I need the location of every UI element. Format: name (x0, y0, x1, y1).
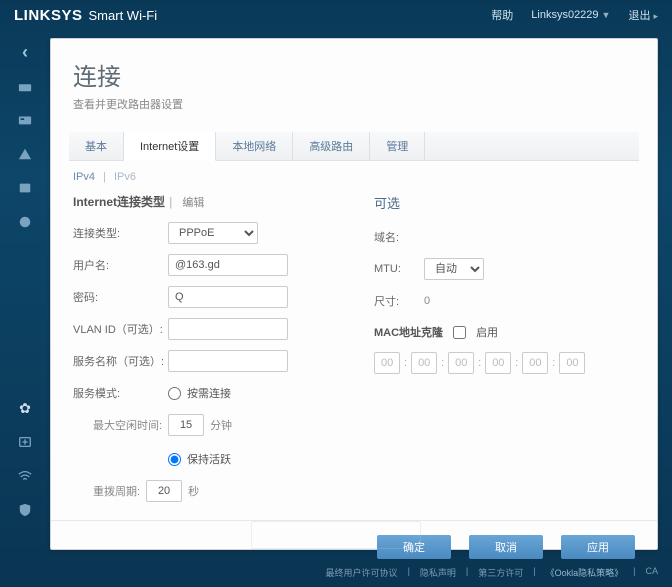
logout-link[interactable]: 退出▸ (628, 7, 658, 23)
idle-row: 最大空闲时间: 分钟 (73, 414, 334, 436)
mac-clone-title: MAC地址克隆 (374, 324, 443, 340)
mac-enable-checkbox[interactable] (453, 326, 466, 339)
footer-eula[interactable]: 最终用户许可协议 (326, 566, 398, 579)
ip-subtabs: IPv4 | IPv6 (51, 161, 657, 189)
brand-logo: LINKSYS (14, 7, 83, 24)
cancel-button[interactable]: 取消 (469, 535, 543, 559)
wifi-icon[interactable] (15, 468, 35, 484)
mac-3[interactable] (485, 352, 511, 374)
sidebar-item-4[interactable] (15, 180, 35, 196)
vlan-input[interactable] (168, 318, 288, 340)
footer-privacy[interactable]: 隐私声明 (420, 566, 456, 579)
label-password: 密码: (73, 289, 168, 305)
help-link[interactable]: 帮助 (491, 7, 513, 23)
footer-links: 最终用户许可协议| 隐私声明| 第三方许可| 《Ookla隐私策略》| CA (326, 566, 658, 579)
conn-type-select[interactable]: PPPoE (168, 222, 258, 244)
mac-1[interactable] (411, 352, 437, 374)
mac-4[interactable] (522, 352, 548, 374)
plus-icon[interactable] (15, 434, 35, 450)
sidebar-item-5[interactable] (15, 214, 35, 230)
mtu-select[interactable]: 自动 (424, 258, 484, 280)
tab-internet[interactable]: Internet设置 (124, 132, 216, 161)
label-size: 尺寸: (374, 293, 424, 309)
optional-title: 可选 (374, 193, 635, 212)
footer-ca[interactable]: CA (645, 566, 658, 579)
shield-icon[interactable] (15, 502, 35, 518)
tab-basic[interactable]: 基本 (69, 132, 124, 160)
page-subtitle: 查看并更改路由器设置 (73, 96, 635, 112)
password-input[interactable] (168, 286, 288, 308)
label-vlan: VLAN ID（可选）: (73, 321, 168, 337)
device-dropdown[interactable]: Linksys02229▼ (531, 9, 610, 21)
tab-admin[interactable]: 管理 (370, 132, 425, 160)
label-mtu: MTU: (374, 263, 424, 275)
label-conn-type: 连接类型: (73, 225, 168, 241)
subtab-ipv4[interactable]: IPv4 (73, 171, 95, 183)
label-service: 服务名称（可选）: (73, 353, 168, 369)
label-username: 用户名: (73, 257, 168, 273)
chevron-down-icon: ▼ (602, 10, 611, 20)
label-domain: 域名: (374, 229, 424, 245)
username-input[interactable] (168, 254, 288, 276)
mac-0[interactable] (374, 352, 400, 374)
service-input[interactable] (168, 350, 288, 372)
label-svc-mode: 服务模式: (73, 385, 168, 401)
gear-icon[interactable]: ✿ (15, 400, 35, 416)
max-idle-input[interactable] (168, 414, 204, 436)
right-column: 可选 域名: MTU: 自动 尺寸: 0 MAC地址克隆 启用 : : : : (374, 193, 635, 502)
section-title: Internet连接类型|编辑 (73, 193, 334, 210)
sidebar-item-1[interactable] (15, 78, 35, 94)
tab-advanced[interactable]: 高级路由 (293, 132, 370, 160)
background-box (251, 521, 421, 549)
tab-bar: 基本 Internet设置 本地网络 高级路由 管理 (69, 132, 639, 161)
sidebar-item-2[interactable] (15, 112, 35, 128)
brand-sub: Smart Wi-Fi (89, 8, 158, 23)
left-column: Internet连接类型|编辑 连接类型: PPPoE 用户名: 密码: VLA… (73, 193, 334, 502)
top-bar: LINKSYS Smart Wi-Fi 帮助 Linksys02229▼ 退出▸ (0, 0, 672, 30)
mac-2[interactable] (448, 352, 474, 374)
keepalive-radio[interactable] (168, 453, 181, 466)
subtab-ipv6[interactable]: IPv6 (114, 171, 136, 183)
footer-third[interactable]: 第三方许可 (478, 566, 523, 579)
settings-panel: 连接 查看并更改路由器设置 基本 Internet设置 本地网络 高级路由 管理… (50, 38, 658, 550)
redial-row: 重拨周期: 秒 (73, 480, 334, 502)
page-title: 连接 (73, 57, 635, 92)
edit-link[interactable]: 编辑 (182, 197, 204, 209)
redial-input[interactable] (146, 480, 182, 502)
tab-local[interactable]: 本地网络 (216, 132, 293, 160)
sidebar-item-3[interactable] (15, 146, 35, 162)
mac-5[interactable] (559, 352, 585, 374)
sidebar: ‹ ✿ (0, 30, 50, 550)
apply-button[interactable]: 应用 (561, 535, 635, 559)
on-demand-radio[interactable] (168, 387, 181, 400)
footer-ookla[interactable]: 《Ookla隐私策略》 (546, 566, 624, 579)
chevron-right-icon: ▸ (653, 11, 658, 21)
back-icon[interactable]: ‹ (15, 44, 35, 60)
mac-address-row: : : : : : (374, 352, 635, 374)
size-value: 0 (424, 295, 430, 307)
